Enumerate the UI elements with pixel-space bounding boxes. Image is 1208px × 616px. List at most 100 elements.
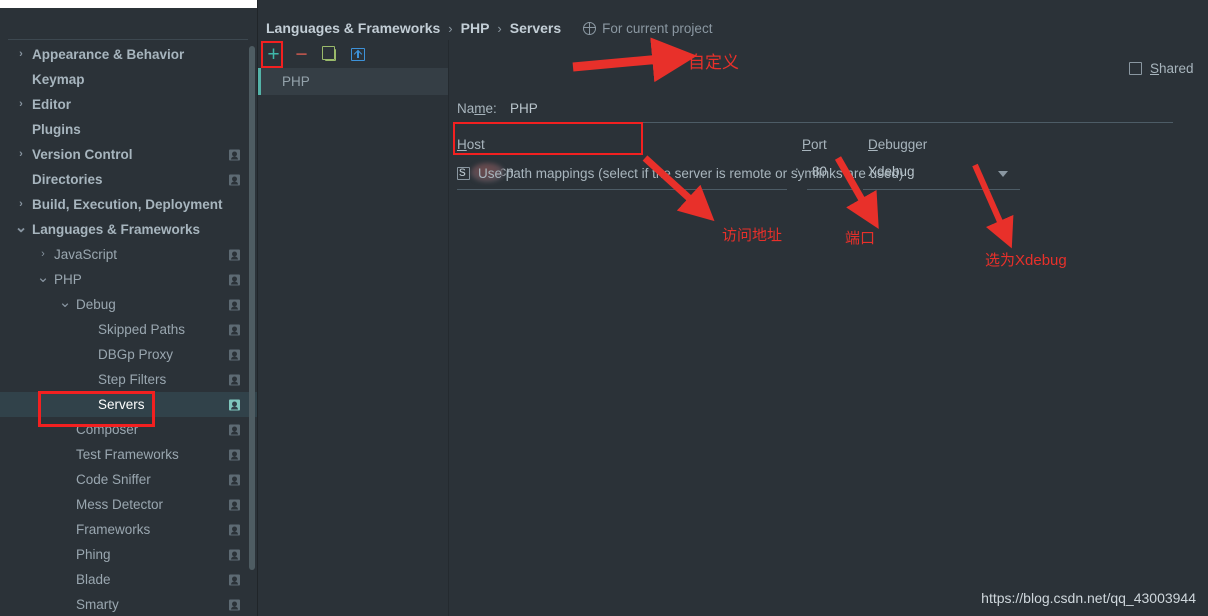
project-scope-badge-icon xyxy=(229,349,240,360)
shared-checkbox-row[interactable]: Shared xyxy=(1129,61,1194,76)
sidebar-item-label: Code Sniffer xyxy=(76,472,151,487)
settings-dialog: › Appearance & Behavior Keymap › Editor Plugi… xyxy=(0,0,1208,616)
sidebar-item-editor[interactable]: › Editor xyxy=(0,92,258,117)
sidebar-item-php[interactable]: ⌄ PHP xyxy=(0,267,258,292)
sidebar-item-dbgp-proxy[interactable]: DBGp Proxy xyxy=(0,342,258,367)
settings-tree[interactable]: › Appearance & Behavior Keymap › Editor Plugi… xyxy=(0,42,258,616)
sidebar-item-label: Step Filters xyxy=(98,372,167,387)
sidebar-item-label: Phing xyxy=(76,547,111,562)
debugger-select-underline xyxy=(863,189,1020,190)
chevron-right-icon[interactable]: › xyxy=(36,248,50,262)
project-scope-badge-icon xyxy=(229,549,240,560)
shared-label: Shared xyxy=(1150,61,1194,76)
sidebar-item-label: Servers xyxy=(98,397,145,412)
sidebar-item-debug[interactable]: ⌄ Debug xyxy=(0,292,258,317)
sidebar-item-test-frameworks[interactable]: Test Frameworks xyxy=(0,442,258,467)
sidebar-item-version-control[interactable]: › Version Control xyxy=(0,142,258,167)
sidebar-item-directories[interactable]: Directories xyxy=(0,167,258,192)
breadcrumb-item-languages[interactable]: Languages & Frameworks xyxy=(266,20,440,36)
use-path-mappings-row[interactable]: Use path mappings (select if the server … xyxy=(457,166,903,181)
sidebar-item-label: Debug xyxy=(76,297,116,312)
sidebar-divider xyxy=(8,39,248,40)
name-input-underline xyxy=(506,122,1173,123)
sidebar-item-label: Editor xyxy=(32,97,71,112)
sidebar-scrollbar[interactable] xyxy=(249,46,255,570)
project-scope-badge-icon xyxy=(229,374,240,385)
sidebar-item-smarty[interactable]: Smarty xyxy=(0,592,258,616)
chevron-down-icon[interactable]: ⌄ xyxy=(14,220,28,235)
sidebar-item-plugins[interactable]: Plugins xyxy=(0,117,258,142)
remove-server-button[interactable]: − xyxy=(293,44,310,65)
annotation-address: 访问地址 xyxy=(722,227,783,244)
sidebar-item-languages-frameworks[interactable]: ⌄ Languages & Frameworks xyxy=(0,217,258,242)
project-scope-badge-icon xyxy=(229,524,240,535)
import-export-icon xyxy=(350,47,365,61)
copy-icon xyxy=(322,46,336,61)
sidebar-item-code-sniffer[interactable]: Code Sniffer xyxy=(0,467,258,492)
annotation-port: 端口 xyxy=(845,230,876,247)
server-list-item-label: PHP xyxy=(282,74,310,89)
sidebar-item-servers[interactable]: Servers xyxy=(0,392,258,417)
project-scope-badge-icon xyxy=(229,474,240,485)
use-path-mappings-checkbox[interactable] xyxy=(457,167,470,180)
sidebar-item-label: JavaScript xyxy=(54,247,118,262)
breadcrumb-item-php[interactable]: PHP xyxy=(461,20,490,36)
project-scope-badge-icon xyxy=(229,174,240,185)
sidebar-item-composer[interactable]: Composer xyxy=(0,417,258,442)
import-export-button[interactable] xyxy=(349,46,366,63)
chevron-right-icon[interactable]: › xyxy=(14,48,28,62)
project-scope-badge-icon xyxy=(229,424,240,435)
server-list[interactable]: PHP xyxy=(258,68,449,616)
breadcrumb: Languages & Frameworks › PHP › Servers F… xyxy=(266,18,712,38)
chevron-down-icon[interactable]: ⌄ xyxy=(58,295,72,310)
chevron-right-icon[interactable]: › xyxy=(14,98,28,112)
sidebar-item-keymap[interactable]: Keymap xyxy=(0,67,258,92)
sidebar-item-label: Build, Execution, Deployment xyxy=(32,197,223,212)
sidebar-item-label: Version Control xyxy=(32,147,133,162)
list-item[interactable]: PHP xyxy=(258,68,449,95)
server-list-toolbar: + − xyxy=(258,40,449,68)
project-scope-badge-icon xyxy=(229,324,240,335)
sidebar-item-appearance-behavior[interactable]: › Appearance & Behavior xyxy=(0,42,258,67)
copy-server-button[interactable] xyxy=(321,46,338,63)
annotation-xdebug: 选为Xdebug xyxy=(985,252,1067,269)
project-scope-badge-icon xyxy=(229,449,240,460)
globe-icon xyxy=(583,21,597,35)
sidebar-item-label: Blade xyxy=(76,572,111,587)
sidebar-item-label: PHP xyxy=(54,272,82,287)
sidebar-item-label: Languages & Frameworks xyxy=(32,222,201,237)
sidebar-item-label: Test Frameworks xyxy=(76,447,179,462)
breadcrumb-separator: › xyxy=(448,20,453,36)
project-scope: For current project xyxy=(583,21,712,36)
project-scope-badge-icon xyxy=(229,399,240,410)
project-scope-badge-icon xyxy=(229,299,240,310)
sidebar-item-step-filters[interactable]: Step Filters xyxy=(0,367,258,392)
name-input[interactable]: PHP xyxy=(510,101,538,116)
host-label: Host xyxy=(457,137,485,152)
host-input-underline xyxy=(457,189,787,190)
sidebar-item-label: Skipped Paths xyxy=(98,322,186,337)
chevron-down-icon[interactable]: ⌄ xyxy=(36,270,50,285)
sidebar-item-label: Smarty xyxy=(76,597,119,612)
shared-checkbox[interactable] xyxy=(1129,62,1142,75)
sidebar-item-label: DBGp Proxy xyxy=(98,347,174,362)
sidebar-top-strip xyxy=(0,0,258,8)
sidebar-item-label: Directories xyxy=(32,172,103,187)
chevron-down-icon[interactable] xyxy=(998,171,1008,177)
project-scope-badge-icon xyxy=(229,499,240,510)
chevron-right-icon[interactable]: › xyxy=(14,148,28,162)
debugger-label: Debugger xyxy=(868,137,928,152)
breadcrumb-item-servers[interactable]: Servers xyxy=(510,20,561,36)
sidebar-item-label: Frameworks xyxy=(76,522,151,537)
sidebar-item-frameworks[interactable]: Frameworks xyxy=(0,517,258,542)
sidebar-item-phing[interactable]: Phing xyxy=(0,542,258,567)
sidebar-item-build-execution-deployment[interactable]: › Build, Execution, Deployment xyxy=(0,192,258,217)
sidebar-item-label: Appearance & Behavior xyxy=(32,47,185,62)
sidebar-item-skipped-paths[interactable]: Skipped Paths xyxy=(0,317,258,342)
sidebar-item-javascript[interactable]: › JavaScript xyxy=(0,242,258,267)
sidebar-item-mess-detector[interactable]: Mess Detector xyxy=(0,492,258,517)
add-server-button[interactable]: + xyxy=(265,44,282,65)
sidebar-item-blade[interactable]: Blade xyxy=(0,567,258,592)
settings-sidebar: › Appearance & Behavior Keymap › Editor Plugi… xyxy=(0,0,258,616)
chevron-right-icon[interactable]: › xyxy=(14,198,28,212)
